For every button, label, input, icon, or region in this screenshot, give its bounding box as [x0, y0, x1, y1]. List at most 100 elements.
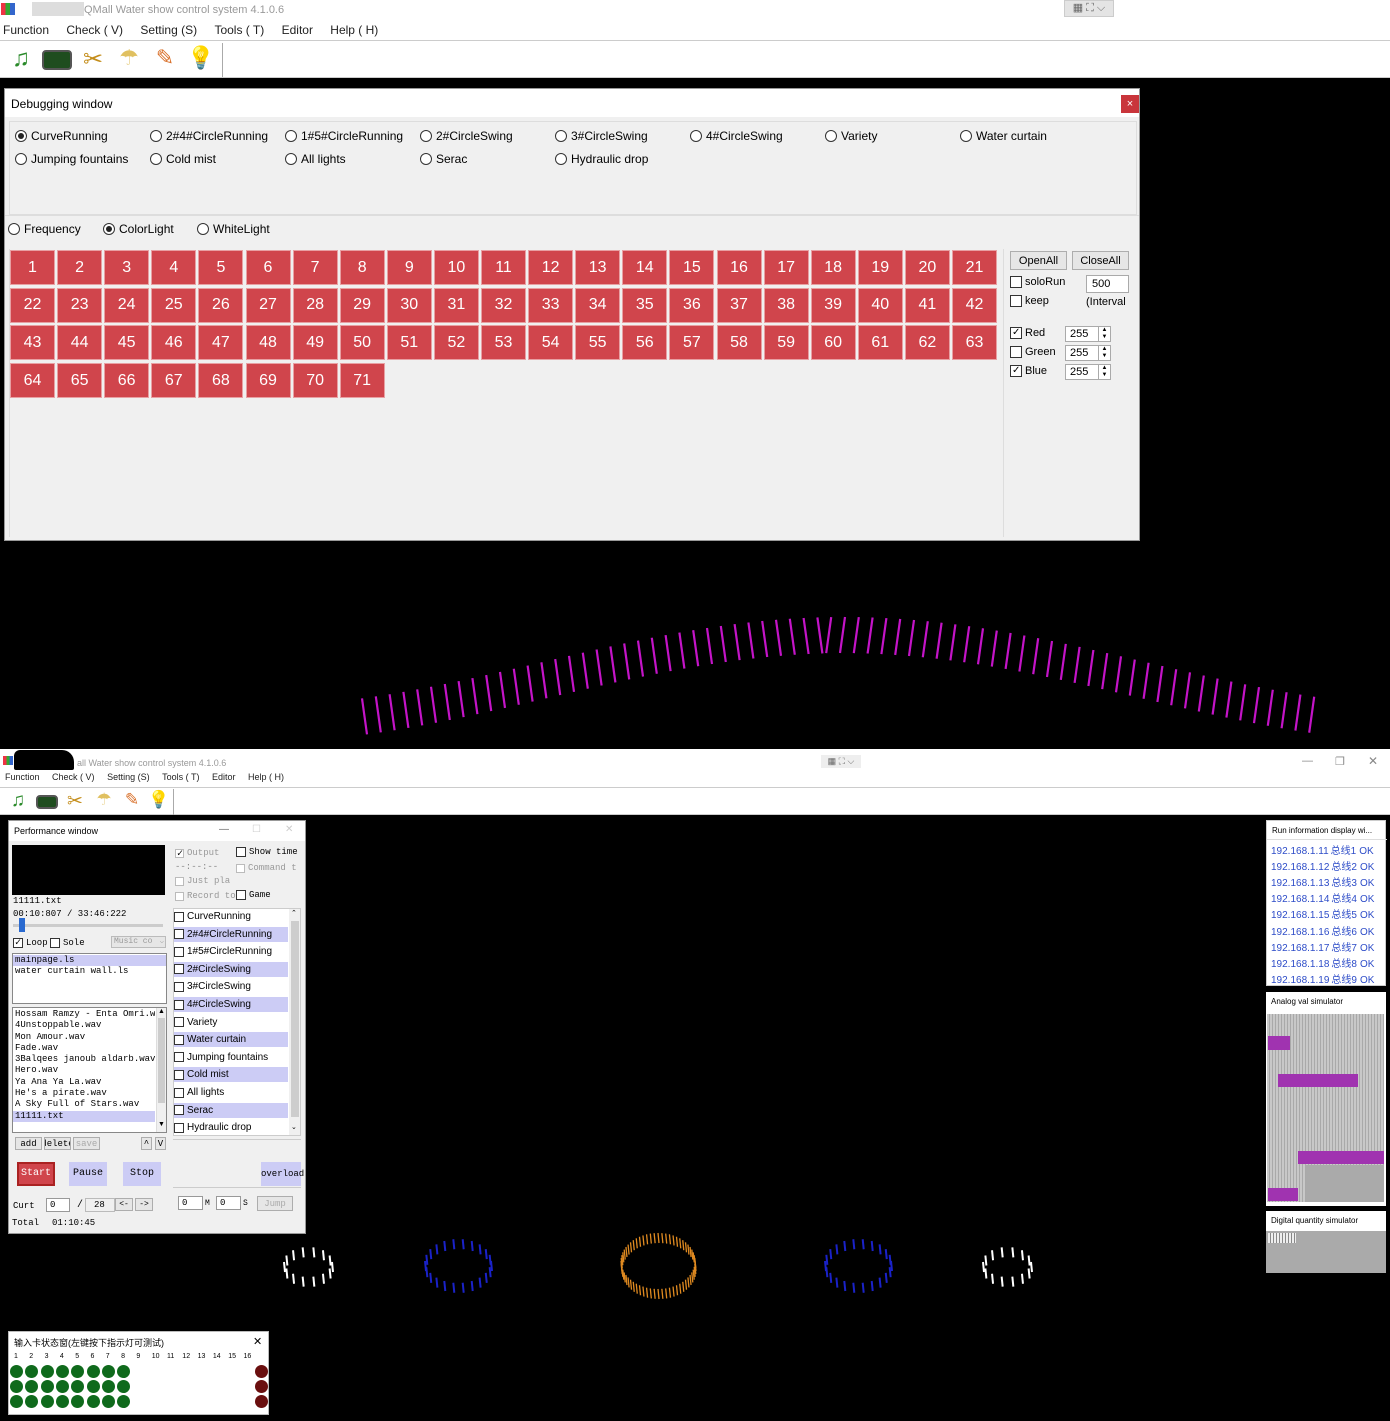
channel-button[interactable]: 12 [528, 250, 574, 285]
song-item[interactable]: Hero.wav [13, 1065, 155, 1076]
channel-button[interactable]: 43 [10, 325, 55, 361]
perf-effect-box[interactable] [174, 964, 184, 975]
song-item[interactable]: Mon Amour.wav [13, 1032, 155, 1043]
sole-box[interactable] [50, 938, 60, 948]
perf-effect-box[interactable] [174, 1034, 184, 1045]
open-all-button[interactable]: OpenAll [1010, 251, 1067, 270]
next-button[interactable]: -> [135, 1198, 153, 1211]
perf-effect-4-circleswing[interactable]: 4#CircleSwing [174, 997, 288, 1012]
channel-button[interactable]: 25 [151, 287, 197, 323]
song-item[interactable]: 3Balqees janoub aldarb.wav [13, 1054, 155, 1065]
color-blue-spinner[interactable]: 255 ▲ ▼ [1065, 364, 1111, 380]
channel-button[interactable]: 65 [57, 363, 103, 399]
bottom-bulb-icon[interactable]: 💡 [147, 790, 171, 814]
input-indicator-light-red[interactable] [255, 1380, 268, 1393]
perf-effect-box[interactable] [174, 1122, 184, 1133]
menu-tools[interactable]: Tools ( T) [214, 23, 264, 37]
channel-button[interactable]: 39 [810, 287, 856, 323]
effect-radio-4-circleswing[interactable]: 4#CircleSwing [690, 129, 783, 143]
input-indicator-light[interactable] [86, 1395, 100, 1408]
bottom-menu-tools[interactable]: Tools ( T) [162, 772, 199, 782]
channel-button[interactable]: 67 [151, 363, 197, 399]
channel-button[interactable]: 41 [904, 287, 950, 323]
channel-button[interactable]: 48 [245, 325, 291, 361]
radio-circle-icon[interactable] [150, 130, 162, 142]
channel-button[interactable]: 71 [339, 363, 385, 399]
channel-button[interactable]: 60 [810, 325, 856, 361]
radio-circle-icon[interactable] [555, 153, 567, 165]
effect-scroll-up-icon[interactable]: ⌃ [291, 909, 297, 917]
perf-effect-jumping-fountains[interactable]: Jumping fountains [174, 1050, 288, 1065]
channel-button[interactable]: 57 [669, 325, 715, 361]
perf-effect-curverunning[interactable]: CurveRunning [174, 909, 288, 924]
scroll-up-icon[interactable]: ▲ [158, 1008, 165, 1015]
input-indicator-light-red[interactable] [255, 1365, 268, 1378]
add-button[interactable]: add [15, 1137, 42, 1150]
channel-button[interactable]: 59 [763, 325, 809, 361]
channel-button[interactable]: 27 [245, 287, 291, 323]
channel-button[interactable]: 45 [104, 325, 150, 361]
menu-help[interactable]: Help ( H) [330, 23, 378, 37]
bottom-menu-help[interactable]: Help ( H) [248, 772, 284, 782]
input-indicator-light[interactable] [101, 1365, 115, 1378]
perf-effect-box[interactable] [174, 1105, 184, 1116]
perf-effect-box[interactable] [174, 1087, 184, 1098]
input-indicator-light[interactable] [55, 1365, 69, 1378]
channel-button[interactable]: 47 [198, 325, 244, 361]
record-to-box[interactable] [175, 891, 184, 901]
effect-radio-hydraulic-drop[interactable]: Hydraulic drop [555, 152, 648, 166]
radio-circle-icon[interactable] [555, 130, 567, 142]
perf-effect-cold-mist[interactable]: Cold mist [174, 1067, 288, 1083]
input-indicator-light[interactable] [10, 1395, 23, 1408]
spinner-arrows-icon[interactable]: ▲ ▼ [1098, 327, 1110, 341]
perf-effect-box[interactable] [174, 981, 184, 992]
effect-radio-all-lights[interactable]: All lights [285, 152, 346, 166]
channel-button[interactable]: 8 [339, 250, 385, 285]
pause-button[interactable]: Pause [69, 1162, 107, 1186]
radio-circle-icon[interactable] [15, 153, 27, 165]
interval-input[interactable]: 500 [1086, 275, 1129, 293]
channel-button[interactable]: 37 [716, 287, 762, 323]
channel-button[interactable]: 19 [857, 250, 903, 285]
song-item[interactable]: He's a pirate.wav [13, 1088, 155, 1099]
channel-button[interactable]: 38 [763, 287, 809, 323]
command-box[interactable] [236, 863, 245, 873]
menu-setting[interactable]: Setting (S) [140, 23, 197, 37]
color-red-spinner[interactable]: 255 ▲ ▼ [1065, 326, 1111, 342]
bottom-menu-function[interactable]: Function [5, 772, 40, 782]
channel-button[interactable]: 26 [198, 287, 244, 323]
show-time-checkbox[interactable]: Show time [236, 847, 298, 857]
effect-radio-cold-mist[interactable]: Cold mist [150, 152, 216, 166]
effect-radio-water-curtain[interactable]: Water curtain [960, 129, 1047, 143]
output-checkbox[interactable]: Output [175, 848, 219, 860]
channel-button[interactable]: 28 [292, 287, 338, 323]
color-red-checkbox[interactable]: Red [1010, 327, 1045, 339]
channel-button[interactable]: 66 [104, 363, 150, 399]
channel-button[interactable]: 56 [622, 325, 668, 361]
channel-button[interactable]: 50 [339, 325, 385, 361]
script-list[interactable]: mainpage.ls water curtain wall.ls [12, 953, 167, 1004]
perf-effect-variety[interactable]: Variety [174, 1015, 288, 1030]
song-item[interactable]: Hossam Ramzy - Enta Omri.wav [13, 1009, 155, 1020]
input-indicator-light[interactable] [25, 1380, 39, 1393]
perf-effect-all-lights[interactable]: All lights [174, 1085, 288, 1100]
fountain-icon[interactable]: ☂ [114, 45, 144, 75]
song-item[interactable]: A Sky Full of Stars.wav [13, 1099, 155, 1110]
script-item[interactable]: water curtain wall.ls [13, 966, 166, 977]
song-item[interactable]: 4Unstoppable.wav [13, 1020, 155, 1031]
perf-close-button[interactable]: ✕ [285, 824, 293, 835]
input-indicator-light[interactable] [40, 1380, 54, 1393]
command-checkbox[interactable]: Command t [236, 863, 297, 873]
radio-circle-icon[interactable] [960, 130, 972, 142]
script-item[interactable]: mainpage.ls [13, 955, 166, 967]
perf-effect-water-curtain[interactable]: Water curtain [174, 1032, 288, 1048]
game-box[interactable] [236, 890, 246, 900]
input-card-close-button[interactable]: ✕ [253, 1335, 262, 1348]
channel-button[interactable]: 31 [433, 287, 479, 323]
effect-scroll-thumb[interactable] [291, 921, 299, 1117]
channel-button[interactable]: 21 [952, 250, 997, 285]
channel-button[interactable]: 13 [575, 250, 621, 285]
channel-button[interactable]: 42 [952, 287, 997, 323]
channel-button[interactable]: 29 [339, 287, 385, 323]
stop-button[interactable]: Stop [123, 1162, 161, 1186]
